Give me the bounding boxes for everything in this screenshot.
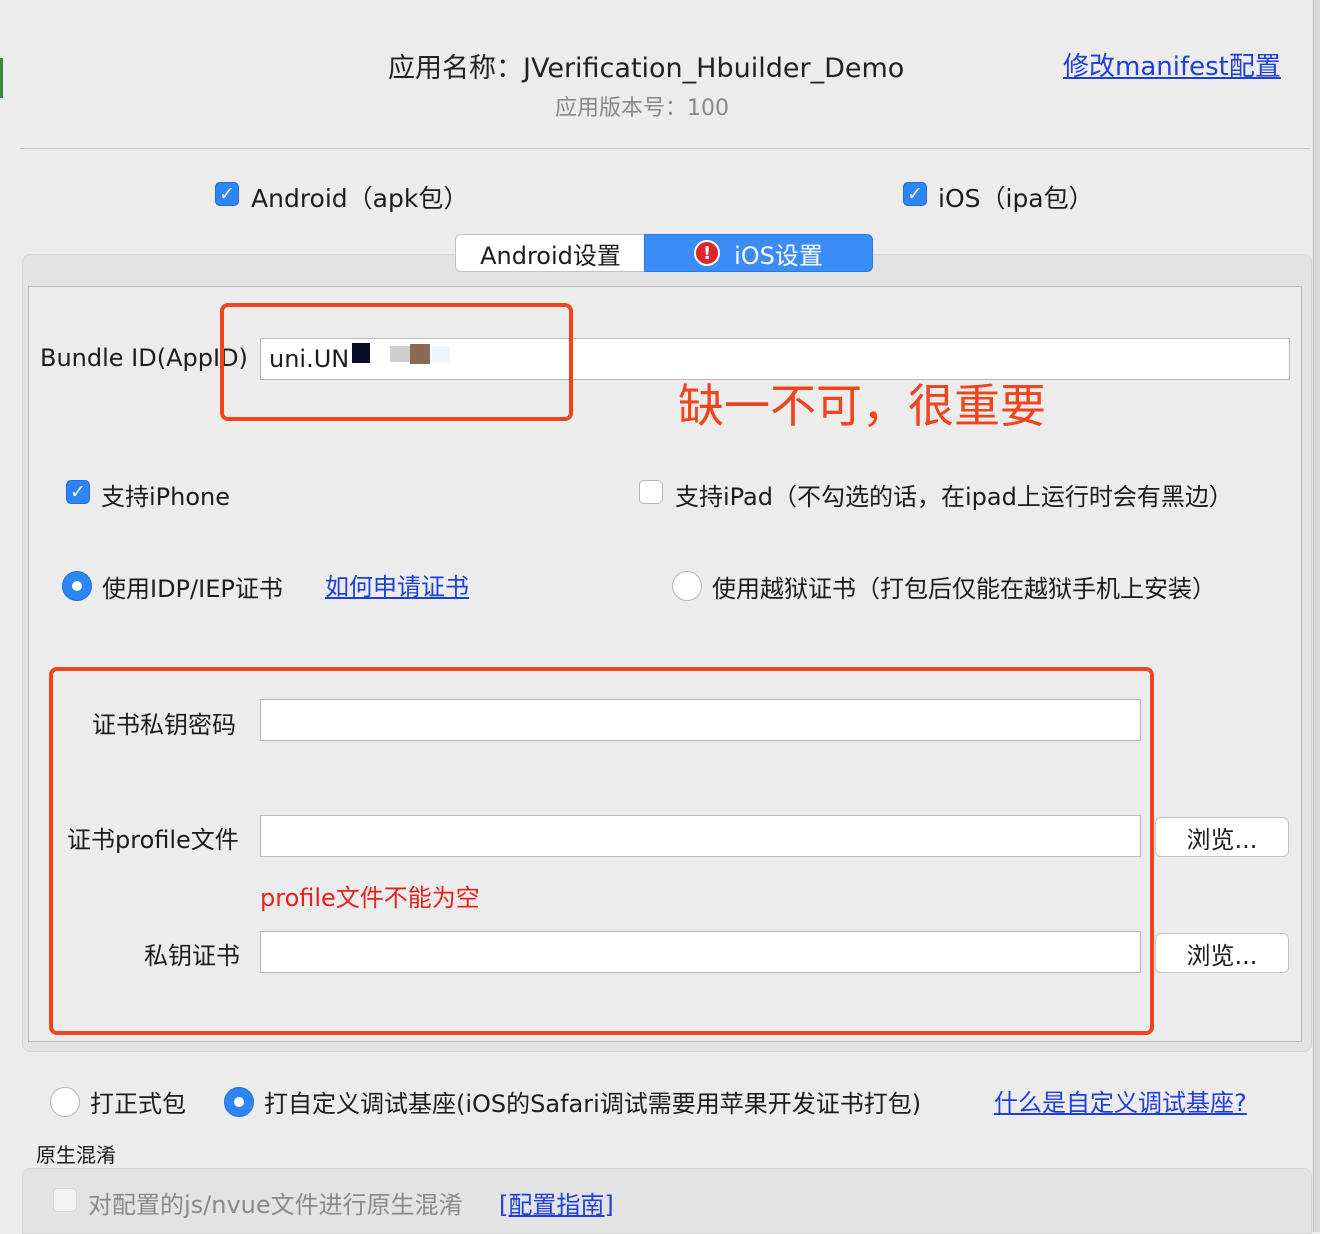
support-ipad-checkbox[interactable] [639, 480, 663, 504]
support-iphone-checkbox[interactable]: ✓ [66, 480, 90, 504]
custom-base-label: 打自定义调试基座(iOS的Safari调试需要用苹果开发证书打包) [264, 1090, 922, 1118]
obfuscation-section-title: 原生混淆 [36, 1143, 116, 1167]
ios-platform-label: iOS（ipa包） [938, 184, 1094, 213]
checkmark-icon: ✓ [907, 182, 923, 205]
obfuscation-guide-link[interactable]: [配置指南] [499, 1185, 614, 1220]
browse-profile-button[interactable]: 浏览... [1155, 817, 1289, 857]
support-iphone-label: 支持iPhone [101, 483, 231, 511]
app-version: 应用版本号：100 [555, 96, 729, 121]
app-name: 应用名称：JVerification_Hbuilder_Demo [388, 53, 905, 84]
profile-file-input[interactable] [260, 815, 1141, 857]
idp-cert-radio[interactable] [62, 571, 92, 601]
profile-file-error: profile文件不能为空 [260, 884, 480, 912]
radio-dot-icon [234, 1097, 244, 1107]
formal-package-label: 打正式包 [90, 1090, 186, 1118]
annotation-required-text: 缺一不可，很重要 [678, 379, 1046, 433]
bundle-id-highlight-box [220, 303, 573, 421]
custom-base-radio[interactable] [224, 1087, 254, 1117]
header-divider [20, 148, 1310, 149]
tab-ios-settings-label: iOS设置 [734, 241, 823, 270]
tab-android-settings[interactable]: Android设置 [455, 234, 645, 272]
package-settings-window: 应用名称：JVerification_Hbuilder_Demo 应用版本号：1… [0, 0, 1313, 1234]
private-key-cert-label: 私钥证书 [144, 942, 240, 970]
browse-private-key-button[interactable]: 浏览... [1155, 933, 1289, 973]
cert-password-label: 证书私钥密码 [92, 711, 236, 739]
private-key-cert-input[interactable] [260, 931, 1141, 973]
obfuscation-checkbox[interactable] [53, 1188, 77, 1212]
radio-dot-icon [72, 581, 82, 591]
how-to-apply-cert-link[interactable]: 如何申请证书 [325, 567, 469, 602]
window-left-accent [0, 58, 3, 98]
profile-file-label: 证书profile文件 [67, 826, 239, 854]
ios-platform-checkbox[interactable]: ✓ [903, 182, 927, 206]
android-platform-checkbox[interactable]: ✓ [215, 182, 239, 206]
obfuscation-option-label: 对配置的js/nvue文件进行原生混淆 [88, 1191, 463, 1219]
browse-profile-label: 浏览... [1186, 825, 1258, 854]
what-is-custom-base-link[interactable]: 什么是自定义调试基座? [994, 1083, 1247, 1118]
bundle-id-label: Bundle ID(AppID) [40, 344, 248, 372]
android-platform-label: Android（apk包） [251, 184, 469, 213]
formal-package-radio[interactable] [50, 1087, 80, 1117]
checkmark-icon: ✓ [70, 480, 86, 503]
jailbreak-cert-label: 使用越狱证书（打包后仅能在越狱手机上安装） [712, 575, 1216, 603]
tab-ios-settings[interactable]: ! iOS设置 [644, 234, 873, 272]
error-icon: ! [694, 240, 721, 266]
browse-private-key-label: 浏览... [1186, 941, 1258, 970]
idp-cert-label: 使用IDP/IEP证书 [102, 575, 283, 603]
support-ipad-label: 支持iPad（不勾选的话，在ipad上运行时会有黑边） [675, 483, 1233, 511]
tab-android-settings-label: Android设置 [480, 241, 621, 270]
checkmark-icon: ✓ [219, 182, 235, 205]
edit-manifest-link[interactable]: 修改manifest配置 [1063, 46, 1281, 83]
cert-password-input[interactable] [260, 699, 1141, 741]
window-right-edge [1313, 0, 1320, 1232]
jailbreak-cert-radio[interactable] [672, 571, 702, 601]
